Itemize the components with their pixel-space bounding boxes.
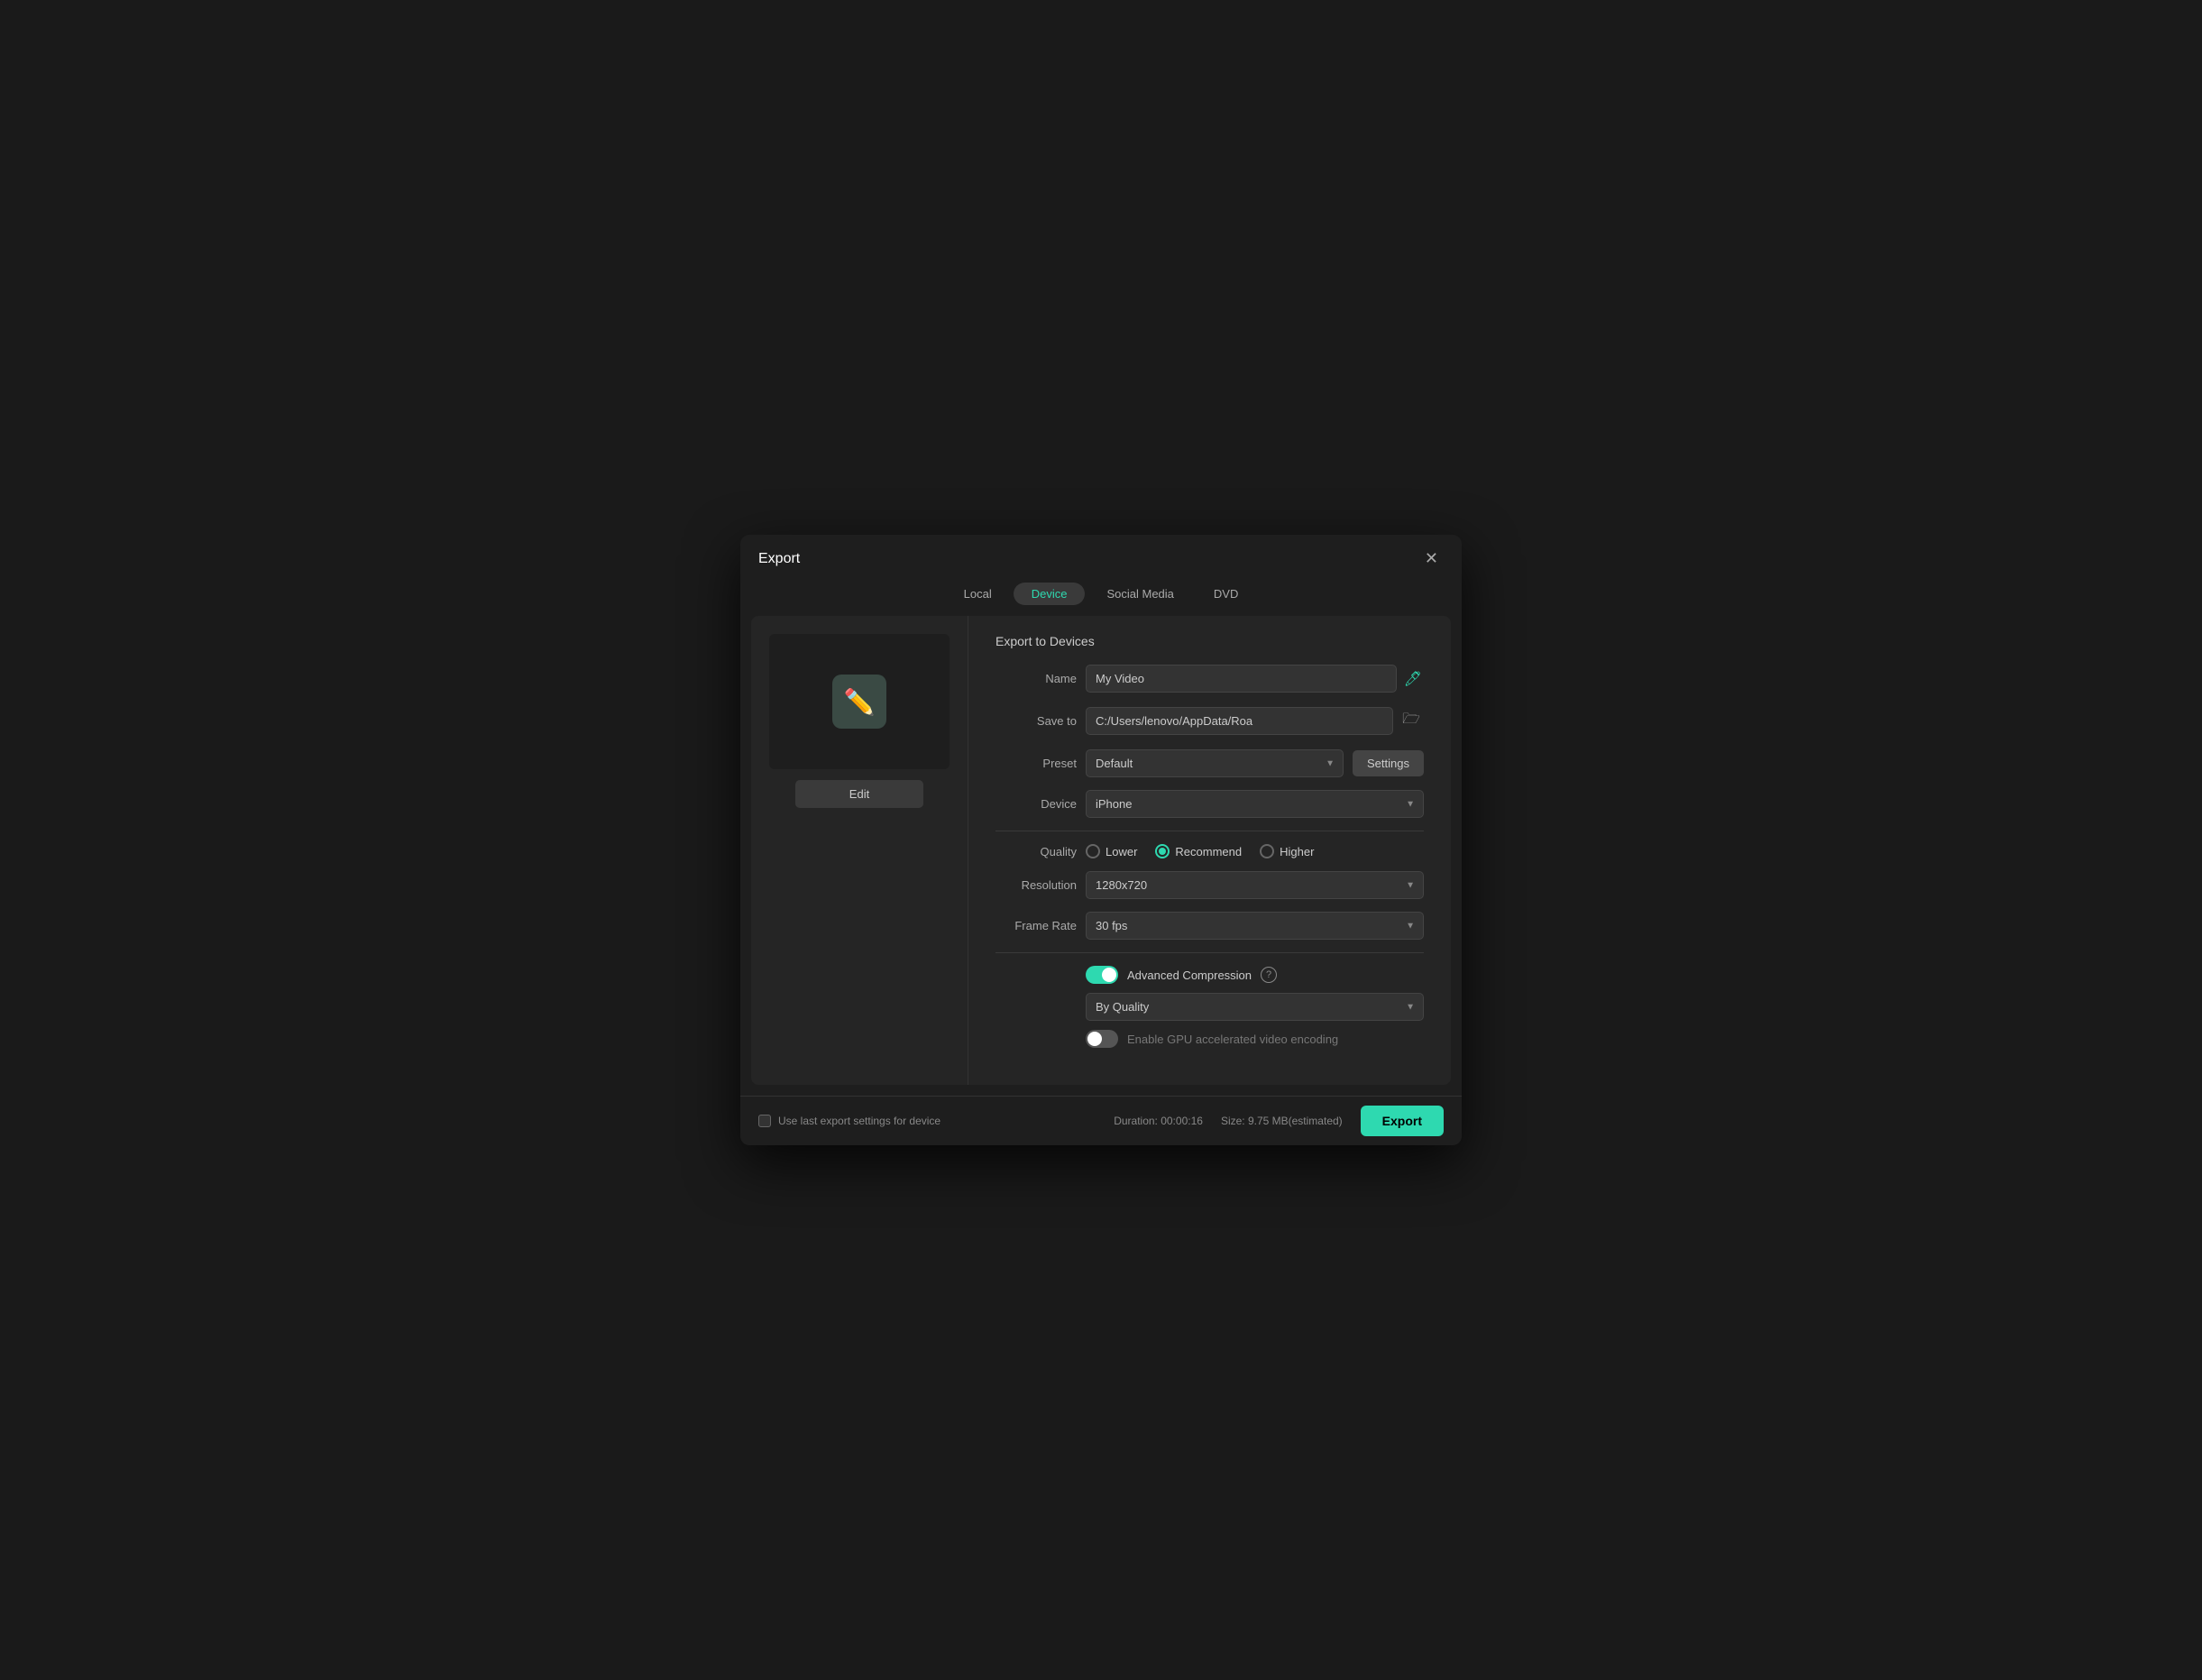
frame-rate-select[interactable]: 24 fps 30 fps 60 fps — [1086, 912, 1424, 940]
dialog-title: Export — [758, 551, 800, 567]
duration-info: Duration: 00:00:16 — [1114, 1115, 1203, 1127]
edit-button[interactable]: Edit — [795, 780, 923, 808]
name-row: Name 🖊 — [995, 665, 1424, 693]
device-select[interactable]: iPhone iPad Android Apple TV — [1086, 790, 1424, 818]
quality-recommend-radio[interactable] — [1155, 844, 1170, 858]
preset-select[interactable]: Default Custom — [1086, 749, 1344, 777]
resolution-select-wrap: 1280x720 1920x1080 3840x2160 ▼ — [1086, 871, 1424, 899]
preset-row: Preset Default Custom ▼ Settings — [995, 749, 1424, 777]
preset-label: Preset — [995, 757, 1077, 770]
divider-2 — [995, 952, 1424, 953]
folder-button[interactable]: 🗁 — [1399, 705, 1424, 737]
ai-button[interactable]: 🖊 — [1402, 668, 1424, 690]
frame-rate-label: Frame Rate — [995, 919, 1077, 932]
quality-recommend-dot — [1159, 848, 1166, 855]
gpu-label: Enable GPU accelerated video encoding — [1127, 1033, 1338, 1046]
footer-right: Duration: 00:00:16 Size: 9.75 MB(estimat… — [1114, 1106, 1444, 1136]
save-to-row: Save to 🗁 — [995, 705, 1424, 737]
by-quality-select[interactable]: By Quality By Size — [1086, 993, 1424, 1021]
toggle-knob — [1102, 968, 1116, 982]
section-title: Export to Devices — [995, 634, 1424, 648]
name-input[interactable] — [1086, 665, 1397, 693]
quality-lower[interactable]: Lower — [1086, 844, 1137, 858]
device-label: Device — [995, 797, 1077, 811]
quality-lower-radio[interactable] — [1086, 844, 1100, 858]
device-row: Device iPhone iPad Android Apple TV ▼ — [995, 790, 1424, 818]
advanced-compression-row: Advanced Compression ? — [995, 966, 1424, 984]
right-panel: Export to Devices Name 🖊 Save to 🗁 Pr — [968, 616, 1451, 1085]
gpu-row: Enable GPU accelerated video encoding — [995, 1030, 1424, 1048]
use-last-settings-checkbox[interactable] — [758, 1115, 771, 1127]
name-input-group: 🖊 — [1086, 665, 1424, 693]
size-info: Size: 9.75 MB(estimated) — [1221, 1115, 1343, 1127]
advanced-compression-toggle[interactable] — [1086, 966, 1118, 984]
export-button[interactable]: Export — [1361, 1106, 1444, 1136]
export-dialog: Export ✕ Local Device Social Media DVD ✏… — [740, 535, 1462, 1145]
tab-dvd[interactable]: DVD — [1196, 583, 1256, 605]
quality-row: Quality Lower Recommend Higher — [995, 844, 1424, 858]
help-icon[interactable]: ? — [1261, 967, 1277, 983]
dialog-header: Export ✕ — [740, 535, 1462, 579]
resolution-label: Resolution — [995, 878, 1077, 892]
quality-label: Quality — [995, 845, 1077, 858]
gpu-toggle-knob — [1087, 1032, 1102, 1046]
save-to-input-group: 🗁 — [1086, 705, 1424, 737]
name-label: Name — [995, 672, 1077, 685]
advanced-compression-label: Advanced Compression — [1127, 969, 1252, 982]
preset-select-wrap: Default Custom ▼ — [1086, 749, 1344, 777]
frame-rate-select-wrap: 24 fps 30 fps 60 fps ▼ — [1086, 912, 1424, 940]
tab-bar: Local Device Social Media DVD — [740, 579, 1462, 616]
quality-recommend[interactable]: Recommend — [1155, 844, 1242, 858]
tab-device[interactable]: Device — [1014, 583, 1086, 605]
by-quality-select-wrap: By Quality By Size ▼ — [1086, 993, 1424, 1021]
resolution-row: Resolution 1280x720 1920x1080 3840x2160 … — [995, 871, 1424, 899]
save-to-label: Save to — [995, 714, 1077, 728]
by-quality-row: By Quality By Size ▼ — [995, 993, 1424, 1021]
frame-rate-row: Frame Rate 24 fps 30 fps 60 fps ▼ — [995, 912, 1424, 940]
quality-options: Lower Recommend Higher — [1086, 844, 1314, 858]
use-last-settings-label: Use last export settings for device — [778, 1115, 940, 1127]
quality-higher[interactable]: Higher — [1260, 844, 1314, 858]
quality-higher-radio[interactable] — [1260, 844, 1274, 858]
close-button[interactable]: ✕ — [1419, 547, 1444, 570]
device-select-wrap: iPhone iPad Android Apple TV ▼ — [1086, 790, 1424, 818]
footer: Use last export settings for device Dura… — [740, 1096, 1462, 1145]
preview-icon: ✏️ — [832, 675, 886, 729]
gpu-toggle[interactable] — [1086, 1030, 1118, 1048]
use-last-settings[interactable]: Use last export settings for device — [758, 1115, 940, 1127]
resolution-select[interactable]: 1280x720 1920x1080 3840x2160 — [1086, 871, 1424, 899]
content-area: ✏️ Edit Export to Devices Name 🖊 Save to… — [751, 616, 1451, 1085]
save-to-input[interactable] — [1086, 707, 1393, 735]
tab-local[interactable]: Local — [946, 583, 1010, 605]
left-panel: ✏️ Edit — [751, 616, 968, 1085]
tab-social-media[interactable]: Social Media — [1088, 583, 1191, 605]
preview-box: ✏️ — [769, 634, 950, 769]
settings-button[interactable]: Settings — [1353, 750, 1424, 776]
